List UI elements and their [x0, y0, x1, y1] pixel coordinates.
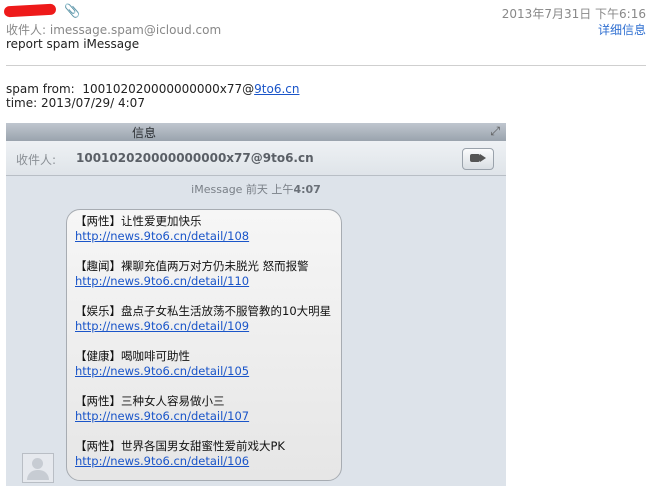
expand-icon: ⤢: [490, 124, 500, 138]
time-value: 2013/07/29/ 4:07: [40, 96, 145, 110]
news-link[interactable]: http://news.9to6.cn/detail/105: [75, 364, 249, 378]
news-link[interactable]: http://news.9to6.cn/detail/110: [75, 274, 249, 288]
news-headline: 【娱乐】盘点子女私生活放荡不服管教的10大明星: [75, 304, 332, 318]
recipient-value: 100102020000000000x77@9to6.cn: [76, 151, 314, 165]
news-headline: 【两性】三种女人容易做小三: [75, 394, 225, 408]
embedded-screenshot: 信息 ⤢ 收件人: 100102020000000000x77@9to6.cn …: [6, 123, 506, 486]
to-address[interactable]: imessage.spam@icloud.com: [50, 23, 221, 37]
timestamp-time: 4:07: [293, 183, 321, 196]
email-date: 2013年7月31日 下午6:16: [501, 7, 646, 21]
time-label: time:: [6, 96, 38, 110]
news-item: 【两性】让性爱更加快乐 http://news.9to6.cn/detail/1…: [75, 214, 341, 244]
news-headline: 【趣闻】裸聊充值两万对方仍未脱光 怒而报警: [75, 259, 309, 273]
paperclip-icon: 📎: [64, 4, 81, 19]
news-headline: 【两性】世界各国男女甜蜜性爱前戏大PK: [75, 439, 285, 453]
spam-from-line: spam from: 100102020000000000x77@9to6.cn: [6, 82, 299, 96]
details-link[interactable]: 详细信息: [598, 21, 646, 38]
news-headline: 【两性】让性爱更加快乐: [75, 214, 202, 228]
redacted-sender: [3, 3, 57, 18]
timestamp-prefix: iMessage 前天 上午: [191, 183, 294, 196]
recipient-label: 收件人:: [16, 153, 57, 167]
news-item: 【娱乐】盘点子女私生活放荡不服管教的10大明星 http://news.9to6…: [75, 304, 341, 334]
news-item: 【两性】三种女人容易做小三 http://news.9to6.cn/detail…: [75, 394, 341, 424]
news-item: 【健康】喝咖啡可助性 http://news.9to6.cn/detail/10…: [75, 349, 341, 379]
news-headline: 【健康】喝咖啡可助性: [75, 349, 190, 363]
messages-titlebar: 信息 ⤢: [6, 123, 506, 141]
message-timestamp: iMessage 前天 上午4:07: [6, 181, 506, 197]
spam-from-label: spam from:: [6, 82, 75, 96]
news-item: 【趣闻】裸聊充值两万对方仍未脱光 怒而报警 http://news.9to6.c…: [75, 259, 341, 289]
facetime-camera-icon[interactable]: [462, 148, 494, 170]
time-line: time: 2013/07/29/ 4:07: [6, 96, 145, 110]
news-link[interactable]: http://news.9to6.cn/detail/106: [75, 454, 249, 468]
message-bubble: 【两性】让性爱更加快乐 http://news.9to6.cn/detail/1…: [66, 209, 342, 481]
spam-from-number: 100102020000000000x77@: [82, 82, 255, 96]
email-subject: report spam iMessage: [6, 37, 140, 51]
spam-from-domain-link[interactable]: 9to6.cn: [254, 82, 299, 96]
header-divider: [6, 65, 646, 66]
sender-avatar: [22, 453, 54, 483]
recipient-bar: 收件人: 100102020000000000x77@9to6.cn: [6, 141, 506, 176]
to-line: 收件人: imessage.spam@icloud.com: [6, 21, 221, 38]
news-item: 【两性】世界各国男女甜蜜性爱前戏大PK http://news.9to6.cn/…: [75, 439, 341, 469]
messages-title: 信息: [132, 126, 157, 140]
news-link[interactable]: http://news.9to6.cn/detail/107: [75, 409, 249, 423]
news-link[interactable]: http://news.9to6.cn/detail/108: [75, 229, 249, 243]
to-label: 收件人:: [6, 23, 47, 37]
news-link[interactable]: http://news.9to6.cn/detail/109: [75, 319, 249, 333]
